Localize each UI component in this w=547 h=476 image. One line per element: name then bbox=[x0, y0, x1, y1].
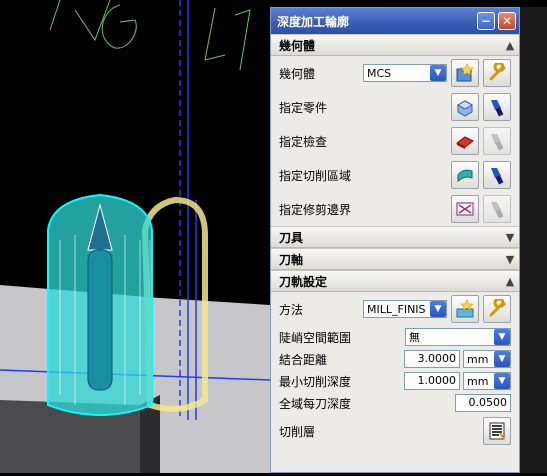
chevron-down-icon[interactable]: ▼ bbox=[494, 373, 510, 389]
chevron-down-icon[interactable]: ▼ bbox=[430, 65, 446, 81]
cut-levels-icon bbox=[489, 422, 505, 440]
section-tool[interactable]: 刀具 ▼ bbox=[271, 226, 519, 248]
edit-method-button[interactable] bbox=[483, 295, 511, 323]
section-tool-axis[interactable]: 刀軸 ▼ bbox=[271, 248, 519, 270]
close-icon[interactable]: ✕ bbox=[498, 12, 516, 30]
merge-distance-label: 結合距離 bbox=[279, 352, 328, 367]
select-part-button[interactable] bbox=[451, 93, 479, 121]
new-method-icon bbox=[456, 299, 474, 318]
wrench-icon bbox=[489, 63, 506, 81]
section-geometry-label: 幾何體 bbox=[279, 38, 316, 53]
geometry-body: 幾何體 MCS ▼ 指定零件 指定檢查 指定切削區域 指定修剪邊界 bbox=[271, 56, 519, 226]
viewport-right-strip bbox=[520, 7, 547, 473]
specify-cut-area-row: 指定切削區域 bbox=[279, 158, 511, 192]
chevron-up-icon[interactable]: ▲ bbox=[501, 275, 519, 288]
flashlight-icon bbox=[491, 202, 504, 219]
specify-check-row: 指定檢查 bbox=[279, 124, 511, 158]
section-path-settings-label: 刀軌設定 bbox=[279, 274, 328, 289]
specify-trim-boundary-row: 指定修剪邊界 bbox=[279, 192, 511, 226]
chevron-up-icon[interactable]: ▲ bbox=[501, 39, 519, 52]
specify-cut-area-label: 指定切削區域 bbox=[279, 168, 352, 183]
merge-distance-unit-select[interactable]: mm ▼ bbox=[463, 350, 511, 368]
show-cut-area-button[interactable] bbox=[483, 161, 511, 189]
flashlight-icon bbox=[491, 168, 504, 185]
geometry-select[interactable]: MCS ▼ bbox=[363, 64, 447, 82]
wrench-icon bbox=[489, 299, 506, 317]
minimize-icon[interactable]: − bbox=[477, 12, 495, 30]
min-cut-depth-unit-select[interactable]: mm ▼ bbox=[463, 372, 511, 390]
show-part-button[interactable] bbox=[483, 93, 511, 121]
section-path-settings[interactable]: 刀軌設定 ▲ bbox=[271, 270, 519, 292]
geometry-select-value: MCS bbox=[367, 66, 392, 80]
chevron-down-icon[interactable]: ▼ bbox=[494, 351, 510, 367]
merge-distance-unit: mm bbox=[467, 352, 489, 366]
dialog-titlebar[interactable]: 深度加工輪廓 − ✕ bbox=[271, 8, 519, 34]
chevron-down-icon[interactable]: ▼ bbox=[501, 253, 519, 266]
method-label: 方法 bbox=[279, 302, 304, 317]
dialog-title: 深度加工輪廓 bbox=[277, 14, 350, 29]
method-row: 方法 MILL_FINIS ▼ bbox=[279, 292, 511, 326]
specify-part-row: 指定零件 bbox=[279, 90, 511, 124]
min-cut-depth-input[interactable]: 1.0000 bbox=[404, 372, 460, 390]
method-select-value: MILL_FINIS bbox=[367, 302, 426, 316]
specify-part-label: 指定零件 bbox=[279, 100, 328, 115]
flashlight-icon bbox=[491, 134, 504, 151]
chevron-down-icon[interactable]: ▼ bbox=[430, 301, 446, 317]
wire-text bbox=[49, 0, 251, 71]
chevron-down-icon[interactable]: ▼ bbox=[494, 329, 510, 345]
specify-check-label: 指定檢查 bbox=[279, 134, 328, 149]
select-check-button[interactable] bbox=[451, 127, 479, 155]
specify-trim-boundary-label: 指定修剪邊界 bbox=[279, 202, 352, 217]
new-geometry-icon bbox=[456, 63, 474, 82]
cut-levels-row: 切削層 bbox=[279, 414, 511, 448]
section-tool-label: 刀具 bbox=[279, 230, 304, 245]
merge-distance-input[interactable]: 3.0000 bbox=[404, 350, 460, 368]
select-cut-area-button[interactable] bbox=[451, 161, 479, 189]
method-select[interactable]: MILL_FINIS ▼ bbox=[363, 300, 447, 318]
show-trim-boundary-button[interactable] bbox=[483, 195, 511, 223]
geometry-row: 幾何體 MCS ▼ bbox=[279, 56, 511, 90]
path-settings-body: 方法 MILL_FINIS ▼ 陡峭空間範圍 無 ▼ 結合距離 3.0000 m… bbox=[271, 292, 519, 448]
show-check-button[interactable] bbox=[483, 127, 511, 155]
min-cut-depth-row: 最小切削深度 1.0000 mm ▼ bbox=[279, 370, 511, 392]
edit-geometry-button[interactable] bbox=[483, 59, 511, 87]
geometry-label: 幾何體 bbox=[279, 66, 316, 81]
deep-contour-dialog: 深度加工輪廓 − ✕ 幾何體 ▲ 幾何體 MCS ▼ 指定零件 指定檢查 指定切… bbox=[270, 7, 520, 473]
global-depth-row: 全域每刀深度 0.0500 bbox=[279, 392, 511, 414]
new-method-button[interactable] bbox=[451, 295, 479, 323]
new-geometry-button[interactable] bbox=[451, 59, 479, 87]
merge-distance-row: 結合距離 3.0000 mm ▼ bbox=[279, 348, 511, 370]
section-tool-axis-label: 刀軸 bbox=[279, 252, 304, 267]
section-geometry[interactable]: 幾何體 ▲ bbox=[271, 34, 519, 56]
steep-range-label: 陡峭空間範圍 bbox=[279, 330, 352, 345]
steep-range-select[interactable]: 無 ▼ bbox=[405, 328, 511, 346]
min-cut-depth-label: 最小切削深度 bbox=[279, 374, 352, 389]
trim-boundary-icon bbox=[456, 202, 474, 216]
steep-range-row: 陡峭空間範圍 無 ▼ bbox=[279, 326, 511, 348]
chevron-down-icon[interactable]: ▼ bbox=[501, 231, 519, 244]
min-cut-depth-unit: mm bbox=[467, 374, 489, 388]
steep-range-value: 無 bbox=[409, 331, 420, 344]
cut-area-icon bbox=[457, 169, 473, 183]
part-icon bbox=[456, 100, 474, 117]
select-trim-boundary-button[interactable] bbox=[451, 195, 479, 223]
cut-levels-button[interactable] bbox=[483, 417, 511, 445]
cut-levels-label: 切削層 bbox=[279, 424, 316, 439]
global-depth-label: 全域每刀深度 bbox=[279, 396, 352, 411]
global-depth-input[interactable]: 0.0500 bbox=[455, 394, 511, 412]
tool-cyan bbox=[47, 193, 153, 416]
flashlight-icon bbox=[491, 100, 504, 117]
check-body-icon bbox=[456, 136, 474, 149]
